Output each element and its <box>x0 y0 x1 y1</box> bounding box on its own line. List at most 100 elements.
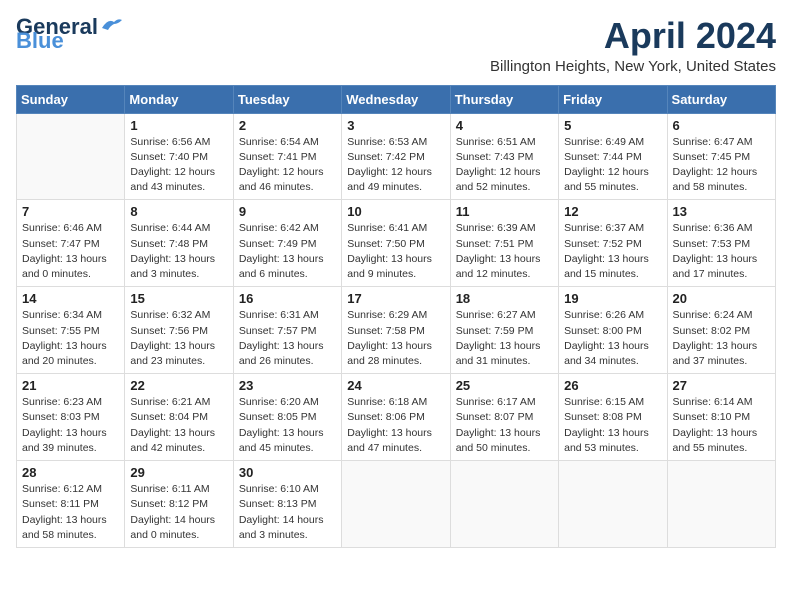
weekday-header-tuesday: Tuesday <box>233 85 341 113</box>
day-number: 23 <box>239 378 336 393</box>
calendar-week-row: 1Sunrise: 6:56 AM Sunset: 7:40 PM Daylig… <box>17 113 776 200</box>
day-info: Sunrise: 6:47 AM Sunset: 7:45 PM Dayligh… <box>673 135 770 196</box>
day-number: 22 <box>130 378 227 393</box>
calendar-cell: 26Sunrise: 6:15 AM Sunset: 8:08 PM Dayli… <box>559 374 667 461</box>
day-number: 5 <box>564 118 661 133</box>
calendar-cell <box>342 461 450 548</box>
day-number: 18 <box>456 291 553 306</box>
day-info: Sunrise: 6:51 AM Sunset: 7:43 PM Dayligh… <box>456 135 553 196</box>
day-number: 6 <box>673 118 770 133</box>
day-info: Sunrise: 6:26 AM Sunset: 8:00 PM Dayligh… <box>564 308 661 369</box>
weekday-header-wednesday: Wednesday <box>342 85 450 113</box>
location-title: Billington Heights, New York, United Sta… <box>490 58 776 75</box>
day-number: 8 <box>130 204 227 219</box>
day-info: Sunrise: 6:44 AM Sunset: 7:48 PM Dayligh… <box>130 221 227 282</box>
calendar-week-row: 21 Sunrise: 6:23 AM Sunset: 8:03 PM Dayli… <box>17 374 776 461</box>
calendar-cell: 24 Sunrise: 6:18 AM Sunset: 8:06 PM Dayli… <box>342 374 450 461</box>
day-info: Sunrise: 6:18 AM Sunset: 8:06 PM Dayligh… <box>347 395 444 456</box>
day-number: 4 <box>456 118 553 133</box>
day-info: Sunrise: 6:17 AM Sunset: 8:07 PM Dayligh… <box>456 395 553 456</box>
day-number: 15 <box>130 291 227 306</box>
day-info: Sunrise: 6:10 AM Sunset: 8:13 PM Dayligh… <box>239 482 336 543</box>
day-number: 30 <box>239 465 336 480</box>
day-info: Sunrise: 6:49 AM Sunset: 7:44 PM Dayligh… <box>564 135 661 196</box>
calendar-cell: 19 Sunrise: 6:26 AM Sunset: 8:00 PM Dayli… <box>559 287 667 374</box>
day-info: Sunrise: 6:53 AM Sunset: 7:42 PM Dayligh… <box>347 135 444 196</box>
day-info: Sunrise: 6:54 AM Sunset: 7:41 PM Dayligh… <box>239 135 336 196</box>
day-number: 1 <box>130 118 227 133</box>
day-info: Sunrise: 6:41 AM Sunset: 7:50 PM Dayligh… <box>347 221 444 282</box>
day-info: Sunrise: 6:36 AM Sunset: 7:53 PM Dayligh… <box>673 221 770 282</box>
calendar-cell: 3 Sunrise: 6:53 AM Sunset: 7:42 PM Daylig… <box>342 113 450 200</box>
calendar-cell <box>559 461 667 548</box>
day-info: Sunrise: 6:21 AM Sunset: 8:04 PM Dayligh… <box>130 395 227 456</box>
day-number: 11 <box>456 204 553 219</box>
day-number: 25 <box>456 378 553 393</box>
calendar-week-row: 28 Sunrise: 6:12 AM Sunset: 8:11 PM Dayli… <box>17 461 776 548</box>
day-number: 9 <box>239 204 336 219</box>
day-info: Sunrise: 6:20 AM Sunset: 8:05 PM Dayligh… <box>239 395 336 456</box>
calendar-table: SundayMondayTuesdayWednesdayThursdayFrid… <box>16 85 776 548</box>
day-number: 24 <box>347 378 444 393</box>
calendar-cell: 29Sunrise: 6:11 AM Sunset: 8:12 PM Dayli… <box>125 461 233 548</box>
day-info: Sunrise: 6:23 AM Sunset: 8:03 PM Dayligh… <box>22 395 119 456</box>
weekday-header-row: SundayMondayTuesdayWednesdayThursdayFrid… <box>17 85 776 113</box>
calendar-cell <box>667 461 775 548</box>
weekday-header-saturday: Saturday <box>667 85 775 113</box>
title-area: April 2024 Billington Heights, New York,… <box>490 16 776 75</box>
day-info: Sunrise: 6:15 AM Sunset: 8:08 PM Dayligh… <box>564 395 661 456</box>
calendar-cell: 28 Sunrise: 6:12 AM Sunset: 8:11 PM Dayli… <box>17 461 125 548</box>
day-number: 12 <box>564 204 661 219</box>
calendar-cell: 8 Sunrise: 6:44 AM Sunset: 7:48 PM Daylig… <box>125 200 233 287</box>
calendar-cell: 7Sunrise: 6:46 AM Sunset: 7:47 PM Daylig… <box>17 200 125 287</box>
month-title: April 2024 <box>490 16 776 56</box>
calendar-week-row: 7Sunrise: 6:46 AM Sunset: 7:47 PM Daylig… <box>17 200 776 287</box>
day-info: Sunrise: 6:27 AM Sunset: 7:59 PM Dayligh… <box>456 308 553 369</box>
day-info: Sunrise: 6:12 AM Sunset: 8:11 PM Dayligh… <box>22 482 119 543</box>
calendar-cell: 4 Sunrise: 6:51 AM Sunset: 7:43 PM Daylig… <box>450 113 558 200</box>
calendar-cell: 17 Sunrise: 6:29 AM Sunset: 7:58 PM Dayli… <box>342 287 450 374</box>
calendar-cell: 21 Sunrise: 6:23 AM Sunset: 8:03 PM Dayli… <box>17 374 125 461</box>
calendar-cell: 15Sunrise: 6:32 AM Sunset: 7:56 PM Dayli… <box>125 287 233 374</box>
calendar-cell: 11Sunrise: 6:39 AM Sunset: 7:51 PM Dayli… <box>450 200 558 287</box>
weekday-header-sunday: Sunday <box>17 85 125 113</box>
calendar-cell: 25 Sunrise: 6:17 AM Sunset: 8:07 PM Dayli… <box>450 374 558 461</box>
page-header: General Blue April 2024 Billington Heigh… <box>16 16 776 75</box>
day-number: 13 <box>673 204 770 219</box>
day-info: Sunrise: 6:31 AM Sunset: 7:57 PM Dayligh… <box>239 308 336 369</box>
day-number: 3 <box>347 118 444 133</box>
weekday-header-monday: Monday <box>125 85 233 113</box>
calendar-cell: 23 Sunrise: 6:20 AM Sunset: 8:05 PM Dayli… <box>233 374 341 461</box>
day-info: Sunrise: 6:29 AM Sunset: 7:58 PM Dayligh… <box>347 308 444 369</box>
day-info: Sunrise: 6:37 AM Sunset: 7:52 PM Dayligh… <box>564 221 661 282</box>
logo-blue: Blue <box>16 30 64 52</box>
calendar-cell: 20 Sunrise: 6:24 AM Sunset: 8:02 PM Dayli… <box>667 287 775 374</box>
day-number: 29 <box>130 465 227 480</box>
day-number: 19 <box>564 291 661 306</box>
calendar-cell: 6 Sunrise: 6:47 AM Sunset: 7:45 PM Daylig… <box>667 113 775 200</box>
calendar-cell: 13 Sunrise: 6:36 AM Sunset: 7:53 PM Dayli… <box>667 200 775 287</box>
calendar-cell: 14 Sunrise: 6:34 AM Sunset: 7:55 PM Dayli… <box>17 287 125 374</box>
day-number: 27 <box>673 378 770 393</box>
calendar-week-row: 14 Sunrise: 6:34 AM Sunset: 7:55 PM Dayli… <box>17 287 776 374</box>
day-number: 20 <box>673 291 770 306</box>
calendar-cell: 12 Sunrise: 6:37 AM Sunset: 7:52 PM Dayli… <box>559 200 667 287</box>
logo-bird-icon <box>100 16 122 32</box>
day-info: Sunrise: 6:24 AM Sunset: 8:02 PM Dayligh… <box>673 308 770 369</box>
day-number: 10 <box>347 204 444 219</box>
calendar-cell <box>17 113 125 200</box>
day-number: 28 <box>22 465 119 480</box>
day-number: 14 <box>22 291 119 306</box>
day-number: 16 <box>239 291 336 306</box>
calendar-cell: 2 Sunrise: 6:54 AM Sunset: 7:41 PM Daylig… <box>233 113 341 200</box>
day-number: 2 <box>239 118 336 133</box>
calendar-cell <box>450 461 558 548</box>
calendar-cell: 27 Sunrise: 6:14 AM Sunset: 8:10 PM Dayli… <box>667 374 775 461</box>
day-info: Sunrise: 6:34 AM Sunset: 7:55 PM Dayligh… <box>22 308 119 369</box>
calendar-cell: 5 Sunrise: 6:49 AM Sunset: 7:44 PM Daylig… <box>559 113 667 200</box>
day-number: 17 <box>347 291 444 306</box>
calendar-cell: 16 Sunrise: 6:31 AM Sunset: 7:57 PM Dayli… <box>233 287 341 374</box>
day-info: Sunrise: 6:14 AM Sunset: 8:10 PM Dayligh… <box>673 395 770 456</box>
day-number: 21 <box>22 378 119 393</box>
day-info: Sunrise: 6:46 AM Sunset: 7:47 PM Dayligh… <box>22 221 119 282</box>
